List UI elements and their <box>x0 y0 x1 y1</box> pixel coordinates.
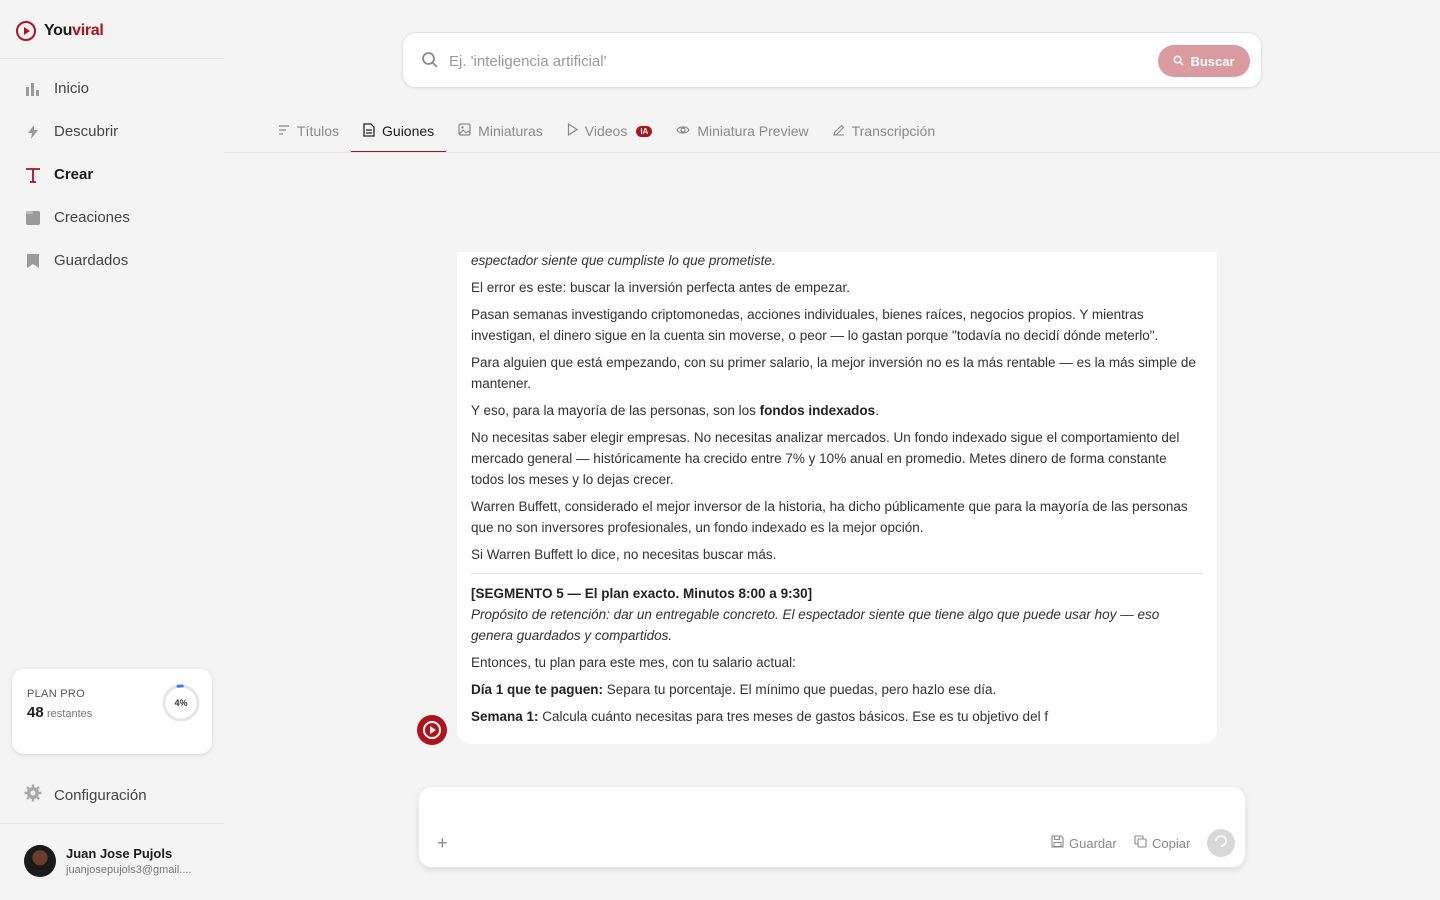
tab-label: Títulos <box>297 123 340 139</box>
message-paragraph: espectador siente que cumpliste lo que p… <box>471 253 776 268</box>
plan-remaining-count: 48 <box>27 704 44 721</box>
message-composer[interactable]: + Guardar Copiar <box>418 786 1246 868</box>
message-paragraph: Y eso, para la mayoría de las personas, … <box>471 403 879 418</box>
tab-label: Guiones <box>382 123 435 139</box>
assistant-avatar-icon <box>417 715 447 745</box>
message-paragraph: No necesitas saber elegir empresas. No n… <box>471 430 1180 487</box>
save-button[interactable]: Guardar <box>1051 835 1117 851</box>
document-icon <box>363 122 375 140</box>
ai-badge: IA <box>636 125 653 137</box>
creation-tabs: Títulos Guiones Miniaturas Videos IA Min… <box>266 110 948 153</box>
bar-chart-icon <box>24 80 42 98</box>
segment-purpose: Propósito de retención: dar un entregabl… <box>471 607 1160 643</box>
tab-label: Transcripción <box>851 123 936 139</box>
sidebar-item-label: Descubrir <box>54 123 119 140</box>
text-t-icon <box>24 166 42 184</box>
tab-label: Miniaturas <box>478 123 543 139</box>
tab-transcripcion[interactable]: Transcripción <box>821 110 948 152</box>
brand-name: Youviral <box>44 22 104 39</box>
eye-icon <box>676 123 690 139</box>
tab-guiones[interactable]: Guiones <box>351 110 447 153</box>
sidebar-item-label: Guardados <box>54 252 129 269</box>
folder-icon <box>24 209 42 227</box>
user-name: Juan Jose Pujols <box>66 846 173 861</box>
plus-icon[interactable]: + <box>437 833 448 854</box>
tab-label: Miniatura Preview <box>697 123 809 139</box>
sidebar: Youviral Inicio Descubrir Crear Creacion… <box>0 0 224 900</box>
tab-label: Videos <box>584 123 628 139</box>
user-email: juanjosepujols3@gmail.... <box>66 864 192 876</box>
message-paragraph: Día 1 que te paguen: Separa tu porcentaj… <box>471 682 997 697</box>
highlight-text: fondos indexados <box>759 403 876 418</box>
floppy-icon <box>1051 835 1064 851</box>
settings-label: Configuración <box>54 786 147 804</box>
tab-videos[interactable]: Videos IA <box>555 110 665 152</box>
message-paragraph: El error es este: buscar la inversión pe… <box>471 280 850 295</box>
tabs-divider <box>224 152 1440 153</box>
brand-logo[interactable]: Youviral <box>16 19 104 43</box>
sidebar-item-guardados[interactable]: Guardados <box>0 239 224 282</box>
sidebar-item-descubrir[interactable]: Descubrir <box>0 110 224 153</box>
search-button[interactable]: Buscar <box>1158 45 1250 77</box>
play-icon <box>567 122 578 139</box>
play-circle-logo-icon <box>16 21 36 41</box>
plan-label: PLAN PRO <box>27 688 86 700</box>
message-paragraph: Para alguien que está empezando, con su … <box>471 355 1196 391</box>
bookmark-icon <box>24 252 42 270</box>
settings-link[interactable]: Configuración <box>24 784 147 806</box>
tab-miniatura-preview[interactable]: Miniatura Preview <box>664 110 820 152</box>
tab-titulos[interactable]: Títulos <box>266 110 351 152</box>
copy-button-label: Copiar <box>1152 835 1191 851</box>
send-button[interactable] <box>1207 829 1235 857</box>
search-icon <box>421 51 439 74</box>
sidebar-item-label: Inicio <box>54 80 90 97</box>
sidebar-item-inicio[interactable]: Inicio <box>0 67 224 110</box>
avatar <box>24 845 56 877</box>
script-content: espectador siente que cumpliste lo que p… <box>471 252 1203 727</box>
image-icon <box>458 123 471 139</box>
message-paragraph: Entonces, tu plan para este mes, con tu … <box>471 655 796 670</box>
copy-icon <box>1134 835 1147 851</box>
pencil-icon <box>832 123 845 139</box>
search-bar: Buscar <box>402 32 1262 88</box>
sidebar-item-label: Crear <box>54 166 94 183</box>
message-paragraph: Semana 1: Calcula cuánto necesitas para … <box>471 709 1049 724</box>
segment-title: [SEGMENTO 5 — El plan exacto. Minutos 8:… <box>471 586 813 601</box>
user-profile[interactable]: Juan Jose Pujols juanjosepujols3@gmail..… <box>24 845 192 877</box>
lines-icon <box>278 123 290 139</box>
sidebar-nav: Inicio Descubrir Crear Creaciones Guarda… <box>0 67 224 282</box>
bolt-icon <box>24 123 42 141</box>
sidebar-item-creaciones[interactable]: Creaciones <box>0 196 224 239</box>
sidebar-item-label: Creaciones <box>54 209 130 226</box>
search-icon <box>1173 54 1185 69</box>
sidebar-item-crear[interactable]: Crear <box>0 153 224 196</box>
plan-remaining-label: restantes <box>47 708 93 720</box>
gear-icon <box>24 784 42 806</box>
copy-button[interactable]: Copiar <box>1134 835 1190 851</box>
loading-spinner-icon <box>1214 834 1228 853</box>
usage-percent: 4% <box>174 698 188 708</box>
message-paragraph: Si Warren Buffett lo dice, no necesitas … <box>471 547 777 562</box>
divider <box>0 823 224 824</box>
search-input[interactable] <box>449 48 1129 74</box>
tab-miniaturas[interactable]: Miniaturas <box>446 110 555 152</box>
segment-divider <box>471 573 1203 574</box>
assistant-message: espectador siente que cumpliste lo que p… <box>457 252 1217 744</box>
message-paragraph: Pasan semanas investigando criptomonedas… <box>471 307 1159 343</box>
message-paragraph: Warren Buffett, considerado el mejor inv… <box>471 499 1188 535</box>
save-button-label: Guardar <box>1069 835 1117 851</box>
search-button-label: Buscar <box>1190 53 1235 69</box>
plan-card[interactable]: PLAN PRO 48 restantes 4% <box>12 669 212 754</box>
divider <box>0 58 224 59</box>
